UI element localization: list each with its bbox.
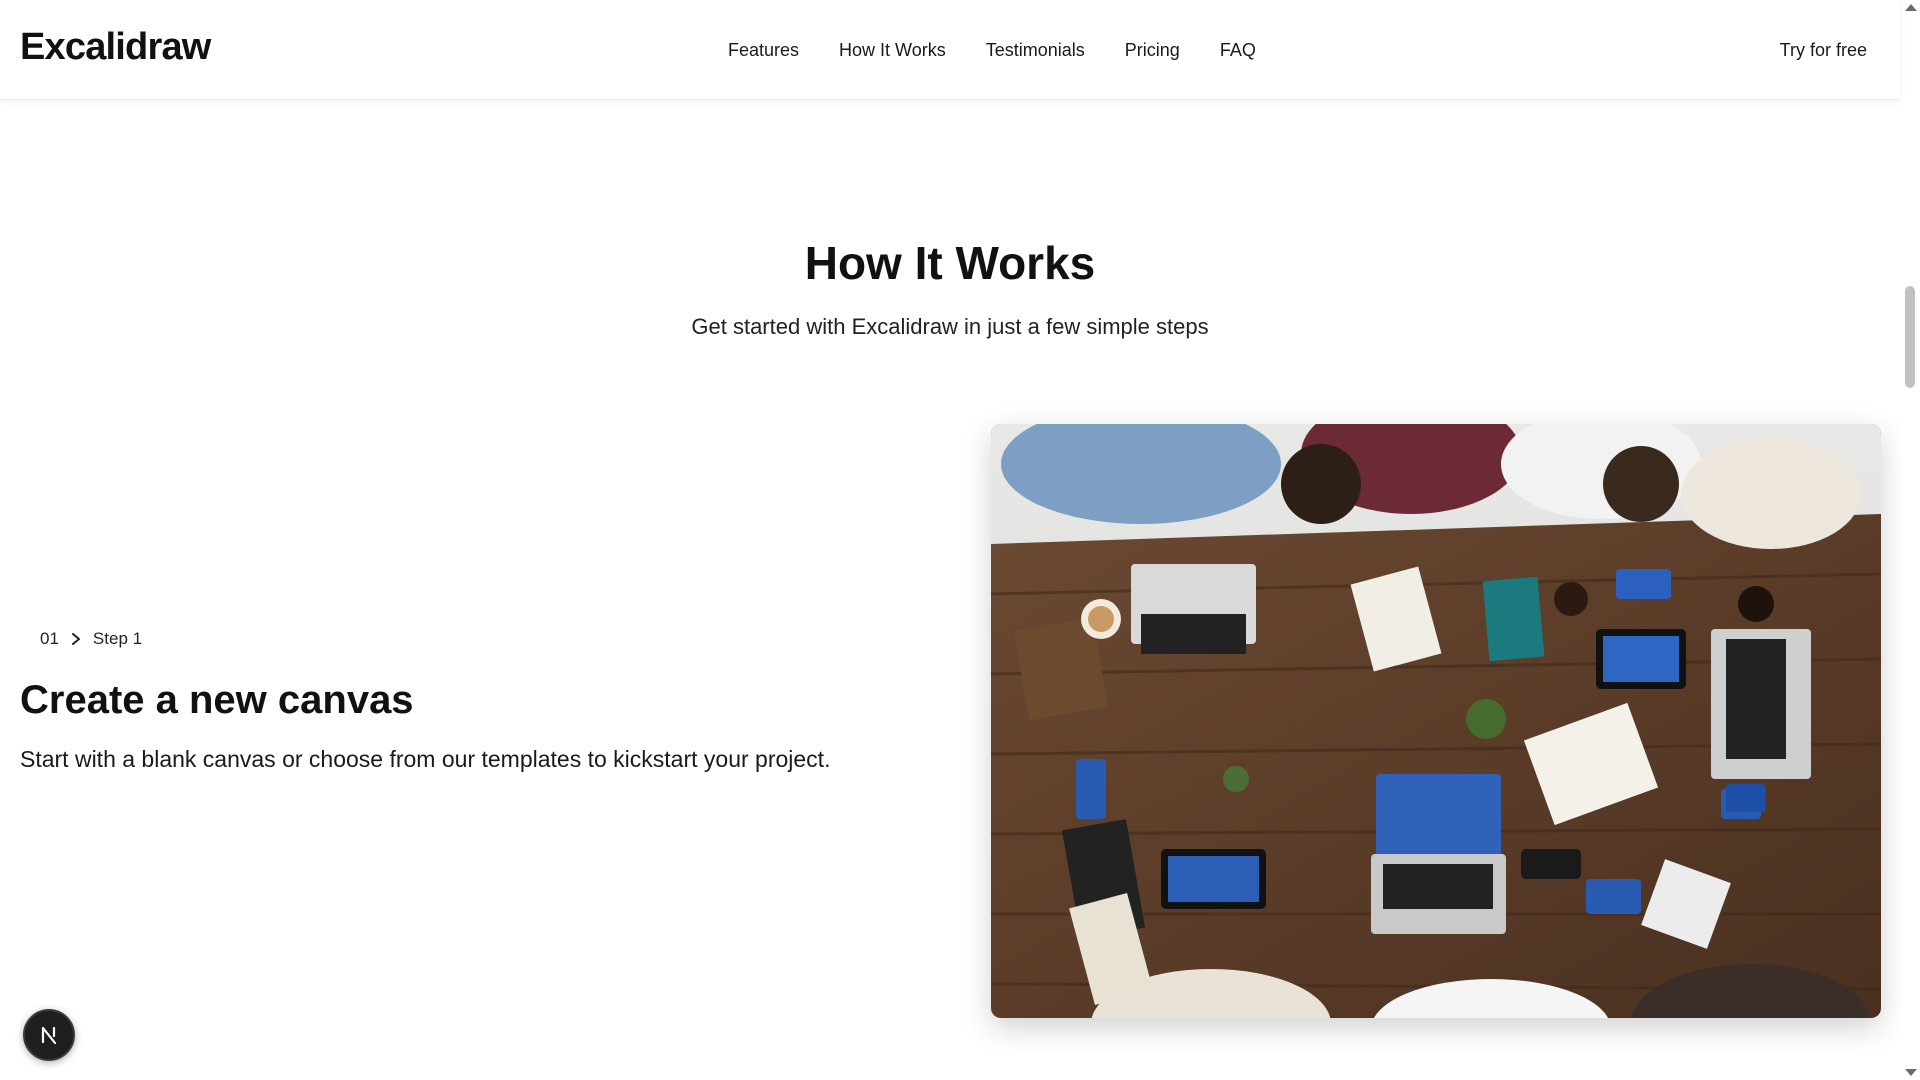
- nav-link-testimonials[interactable]: Testimonials: [986, 40, 1085, 61]
- try-for-free-link[interactable]: Try for free: [1780, 40, 1867, 61]
- section-title: How It Works: [804, 237, 1096, 289]
- step-breadcrumb: 01 Step 1: [40, 629, 142, 649]
- chevron-right-icon: [69, 632, 83, 646]
- nextjs-icon: [41, 1026, 57, 1045]
- step-label: Step 1: [92, 629, 143, 648]
- scroll-thumb[interactable]: [1905, 286, 1915, 388]
- nav-link-pricing[interactable]: Pricing: [1125, 40, 1180, 61]
- vertical-scrollbar[interactable]: [1900, 0, 1920, 1080]
- step-image: [991, 424, 1881, 1018]
- nav-link-features[interactable]: Features: [728, 40, 799, 61]
- step-number: 01: [40, 629, 59, 648]
- step-description: Start with a blank canvas or choose from…: [20, 746, 831, 772]
- nav-link-how-it-works[interactable]: How It Works: [839, 40, 946, 61]
- logo[interactable]: Excalidraw: [20, 26, 211, 69]
- nav-link-faq[interactable]: FAQ: [1220, 40, 1256, 61]
- site-header: Excalidraw Features How It Works Testimo…: [0, 0, 1900, 100]
- nextjs-dev-indicator-button[interactable]: [23, 1009, 75, 1061]
- page: Excalidraw Features How It Works Testimo…: [0, 0, 1920, 1080]
- scroll-up-arrow-icon[interactable]: [1905, 4, 1917, 11]
- step-title: Create a new canvas: [20, 678, 414, 722]
- main-nav: Features How It Works Testimonials Prici…: [728, 40, 1256, 61]
- section-subtitle: Get started with Excalidraw in just a fe…: [691, 314, 1209, 339]
- scroll-down-arrow-icon[interactable]: [1905, 1069, 1917, 1076]
